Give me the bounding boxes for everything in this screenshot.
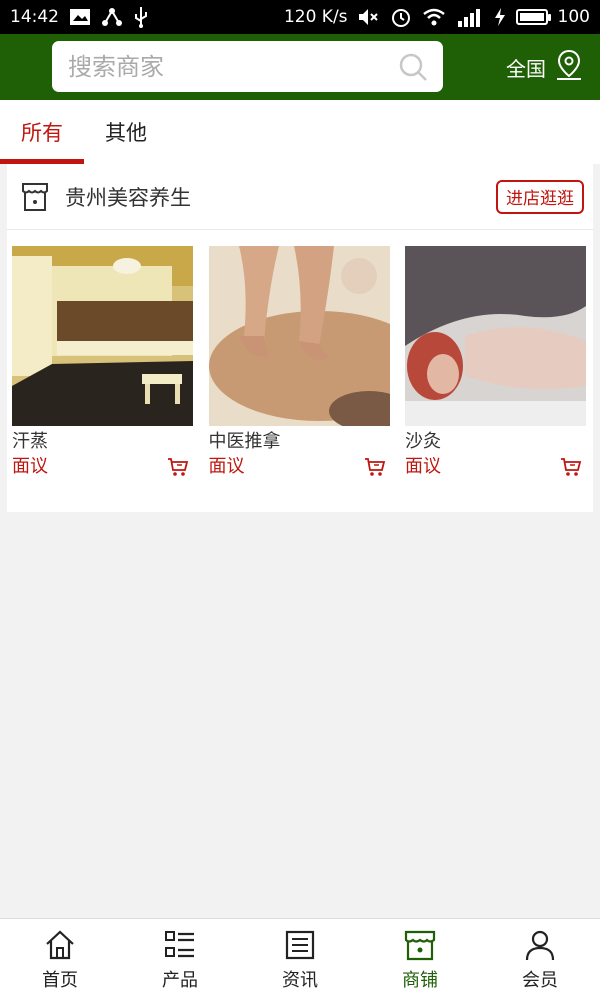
nav-label: 资讯: [282, 969, 318, 991]
cart-icon[interactable]: [167, 456, 189, 478]
nav-label: 商铺: [402, 969, 438, 991]
charging-icon: [494, 6, 506, 28]
wifi-icon: [422, 6, 446, 28]
nav-member[interactable]: 会员: [480, 919, 600, 1000]
battery-icon: [515, 9, 551, 25]
product-image-massage[interactable]: [208, 246, 390, 426]
nav-products[interactable]: 产品: [120, 919, 240, 1000]
header-bar: 全国: [0, 34, 600, 100]
search-icon[interactable]: [397, 51, 429, 83]
battery-level: 100: [557, 7, 590, 27]
share-icon: [101, 6, 123, 28]
visit-shop-button[interactable]: 进店逛逛: [496, 179, 584, 214]
product-item[interactable]: 汗蒸 面议: [12, 246, 193, 479]
product-price: 面议: [208, 456, 245, 477]
status-bar: 14:42 120 K/s 100: [0, 0, 600, 34]
status-time: 14:42: [10, 7, 59, 27]
product-item[interactable]: 沙灸 面议: [405, 246, 586, 479]
product-item[interactable]: 中医推拿 面议: [208, 246, 390, 479]
product-name: 中医推拿: [208, 431, 281, 452]
shop-name: 贵州美容养生: [65, 185, 191, 210]
tab-other[interactable]: 其他: [84, 100, 168, 164]
user-icon: [523, 928, 557, 962]
product-name: 汗蒸: [12, 431, 48, 452]
location-pin-icon: [554, 49, 584, 86]
category-tabs: 所有 其他: [0, 100, 600, 164]
network-speed: 120 K/s: [283, 7, 348, 27]
usb-icon: [133, 6, 149, 28]
nav-stores[interactable]: 商铺: [360, 919, 480, 1000]
shop-card: 贵州美容养生 进店逛逛 汗蒸 面议 中医推拿 面议 沙灸 面议: [7, 164, 593, 512]
nav-home[interactable]: 首页: [0, 919, 120, 1000]
product-image-sand-moxibustion[interactable]: [405, 246, 586, 426]
home-icon: [43, 928, 77, 962]
store-icon: [21, 182, 49, 212]
nav-label: 会员: [522, 969, 558, 991]
product-name: 沙灸: [405, 431, 441, 452]
tab-label: 所有: [21, 121, 63, 145]
alarm-icon: [390, 6, 412, 28]
signal-icon: [456, 6, 484, 28]
cart-icon[interactable]: [364, 456, 386, 478]
tab-all[interactable]: 所有: [0, 100, 84, 164]
store-icon: [403, 928, 437, 962]
list-icon: [163, 928, 197, 962]
nav-news[interactable]: 资讯: [240, 919, 360, 1000]
shop-header: 贵州美容养生 进店逛逛: [7, 164, 593, 230]
product-list: 汗蒸 面议 中医推拿 面议 沙灸 面议: [12, 246, 586, 479]
cart-icon[interactable]: [560, 456, 582, 478]
search-box[interactable]: [52, 41, 443, 92]
region-label: 全国: [506, 56, 546, 81]
product-image-sauna[interactable]: [12, 246, 193, 426]
product-price: 面议: [405, 456, 441, 477]
search-input[interactable]: [68, 52, 397, 81]
news-icon: [283, 928, 317, 962]
mute-icon: [358, 6, 380, 28]
nav-label: 首页: [42, 969, 78, 991]
screenshot-icon: [69, 6, 91, 28]
region-selector[interactable]: 全国: [506, 48, 584, 86]
tab-label: 其他: [105, 121, 147, 145]
nav-label: 产品: [162, 969, 198, 991]
bottom-nav: 首页 产品 资讯 商铺 会员: [0, 918, 600, 1000]
product-price: 面议: [12, 456, 48, 477]
